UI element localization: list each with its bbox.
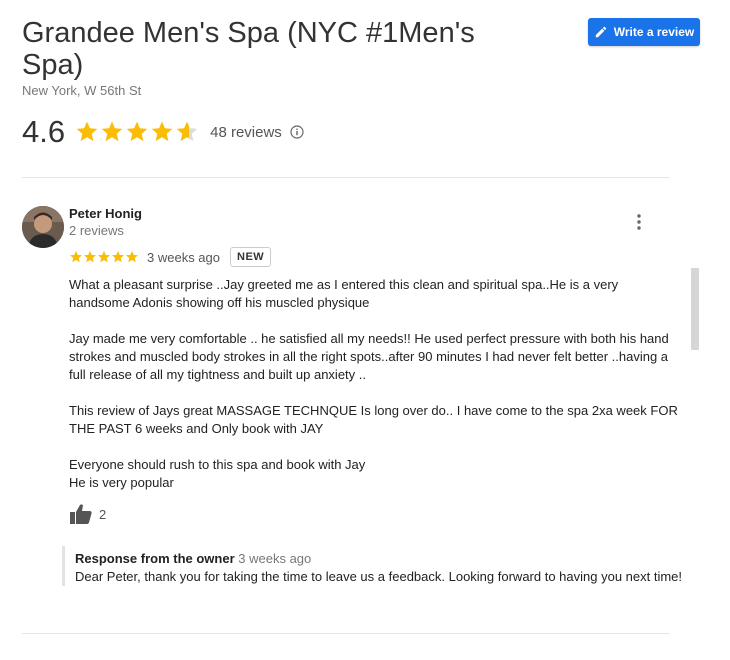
star-icon [125,250,139,263]
star-icon [83,250,97,263]
star-icon [69,250,83,263]
review-time: 3 weeks ago [147,249,220,265]
review-stars [69,250,139,264]
star-icon [97,250,111,263]
divider [22,177,670,178]
write-review-label: Write a review [613,25,695,39]
avatar-image [22,206,64,248]
new-badge: NEW [230,247,272,267]
review-meta: 3 weeks ago NEW [69,246,272,268]
review-paragraph: What a pleasant surprise ..Jay greeted m… [69,277,619,310]
review-paragraph: Jay made me very comfortable .. he satis… [69,331,669,382]
thumbs-up-icon[interactable] [69,503,93,525]
pencil-icon [595,26,607,38]
reviewer-name[interactable]: Peter Honig [69,206,142,221]
star-icon [76,121,98,142]
star-icon [176,121,198,142]
reviewer-review-count: 2 reviews [69,223,124,238]
star-icon [151,121,173,142]
owner-response-label: Response from the owner [75,551,235,566]
owner-response-header: Response from the owner 3 weeks ago [75,550,685,568]
divider [22,633,670,634]
more-options-icon[interactable] [631,213,647,231]
rating-value: 4.6 [22,114,66,149]
rating-summary: 4.6 48 reviews [22,114,304,150]
star-icon [111,250,125,263]
owner-response-text: Dear Peter, thank you for taking the tim… [75,569,683,584]
owner-response-time: 3 weeks ago [238,551,312,566]
review-count-link[interactable]: 48 reviews [210,124,282,141]
review-text: What a pleasant surprise ..Jay greeted m… [69,276,679,492]
owner-response: Response from the owner 3 weeks ago Dear… [62,546,685,586]
review-paragraph: Everyone should rush to this spa and boo… [69,457,366,490]
star-icon [101,121,123,142]
scrollbar[interactable] [691,268,699,350]
business-location: New York, W 56th St [22,83,142,98]
business-title: Grandee Men's Spa (NYC #1Men's Spa) [22,17,475,81]
avatar[interactable] [22,206,64,248]
like-count: 2 [99,506,107,522]
info-icon[interactable] [290,125,304,139]
rating-stars [75,120,200,144]
star-icon [126,121,148,142]
write-review-button[interactable]: Write a review [588,18,700,46]
review-paragraph: This review of Jays great MASSAGE TECHNQ… [69,403,678,436]
like-row: 2 [69,503,106,525]
